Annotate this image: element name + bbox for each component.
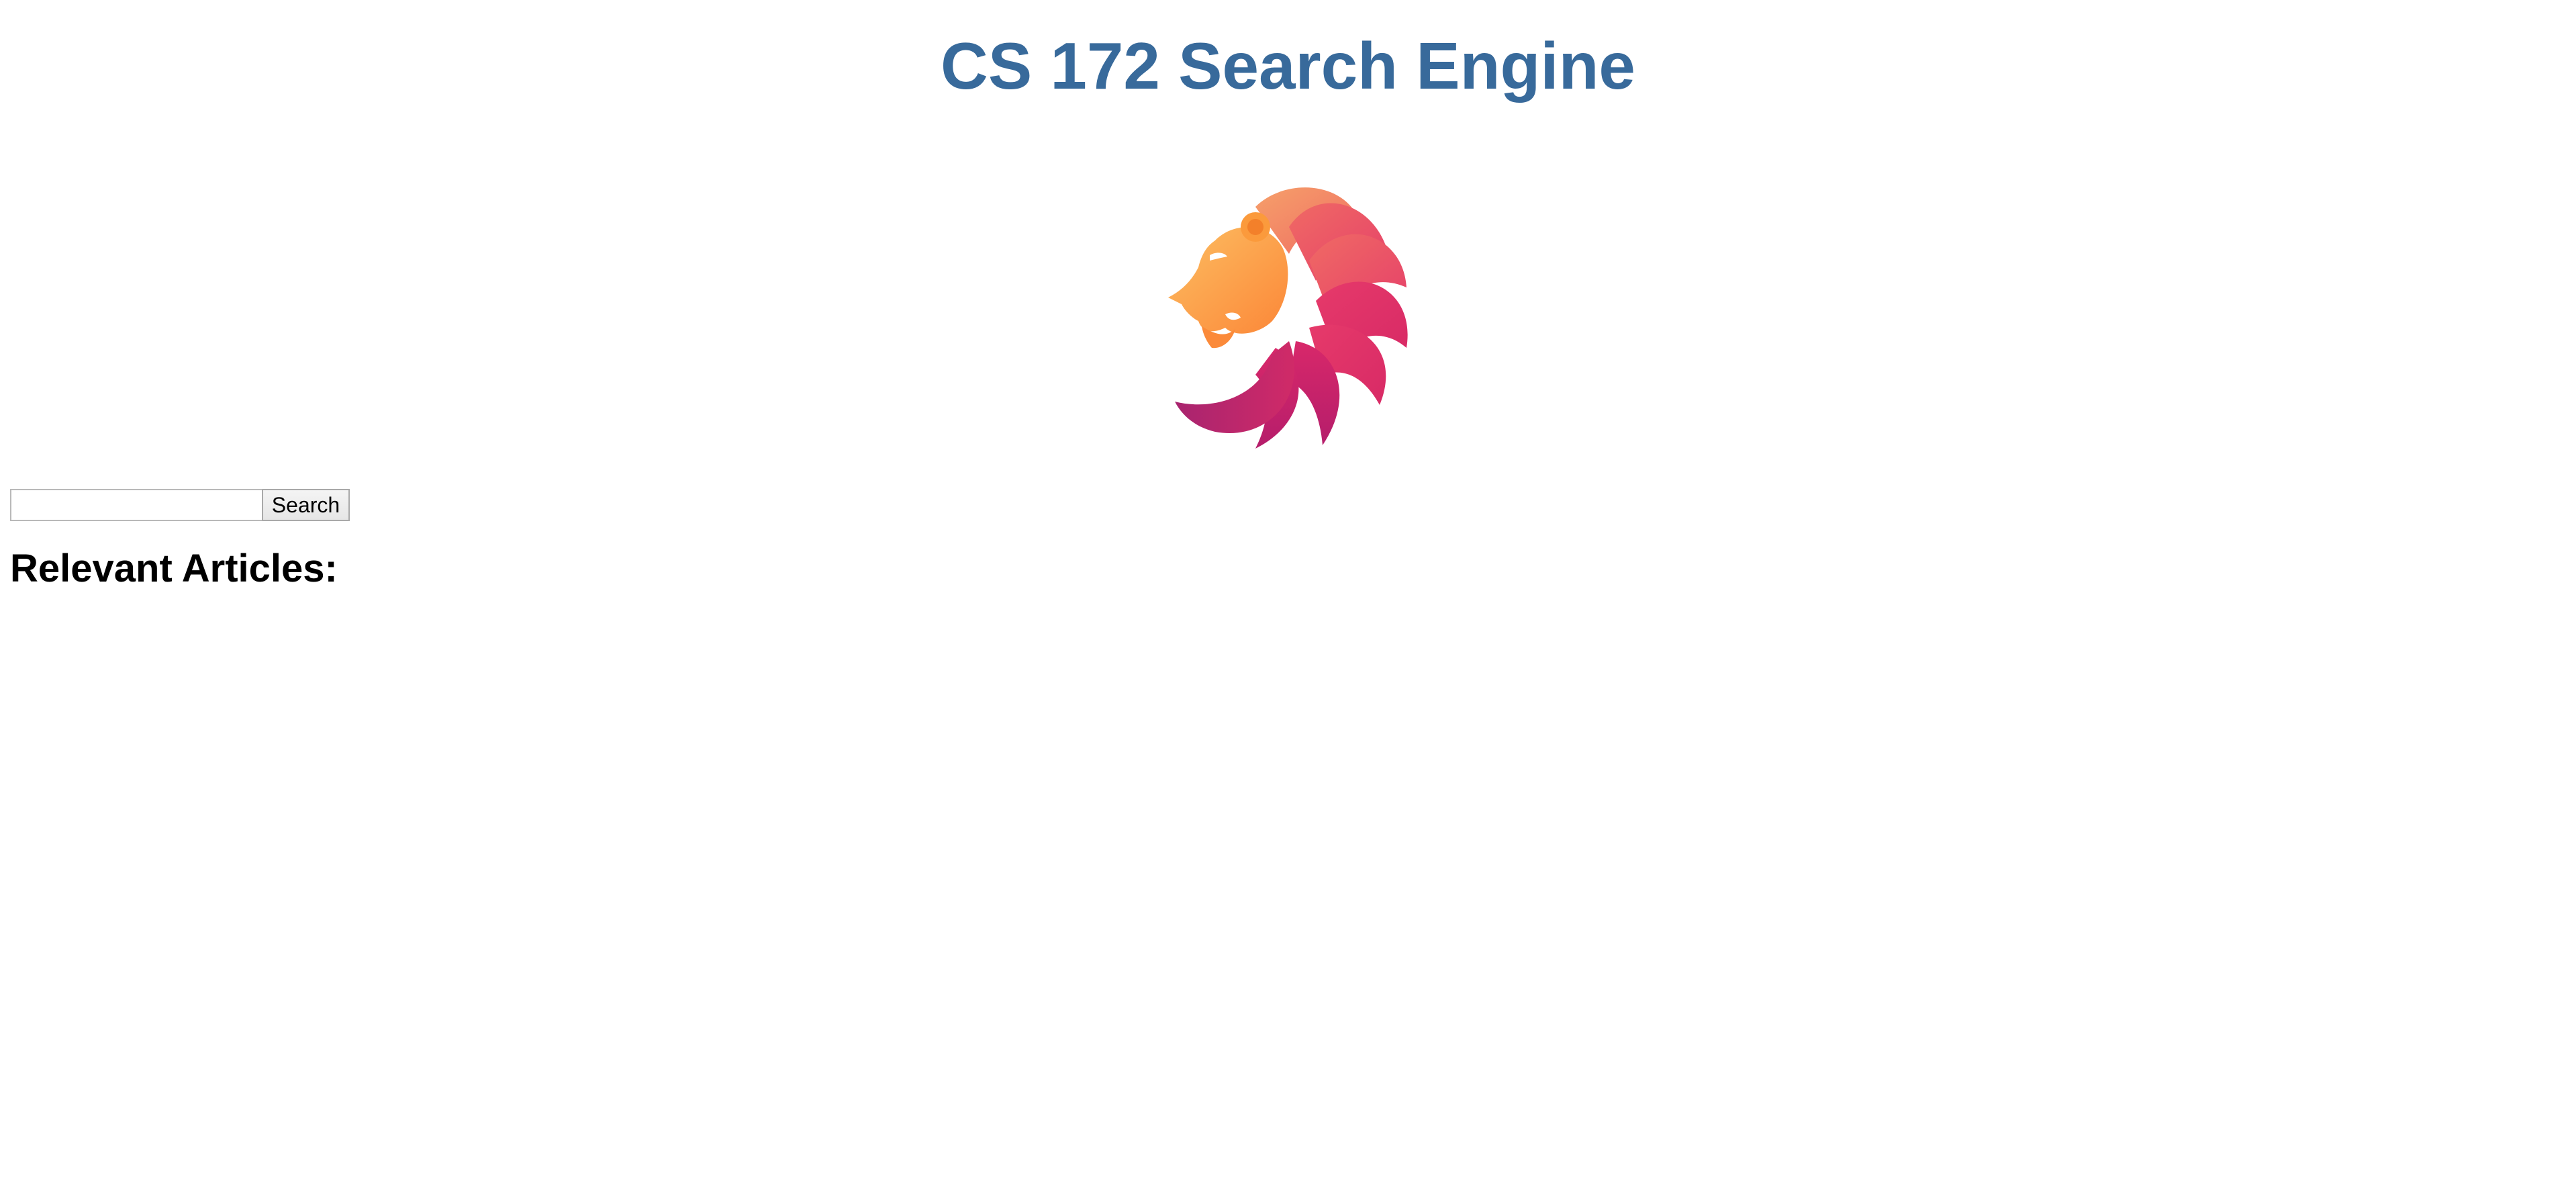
page-title: CS 172 Search Engine bbox=[941, 29, 1635, 103]
search-button[interactable]: Search bbox=[262, 489, 350, 521]
relevant-articles-heading: Relevant Articles: bbox=[10, 547, 338, 590]
page: CS 172 Search Engine Search Relevant Art… bbox=[0, 0, 2576, 1190]
search-input[interactable] bbox=[10, 489, 262, 521]
lion-logo-icon bbox=[1155, 173, 1437, 455]
search-form: Search bbox=[10, 489, 350, 521]
